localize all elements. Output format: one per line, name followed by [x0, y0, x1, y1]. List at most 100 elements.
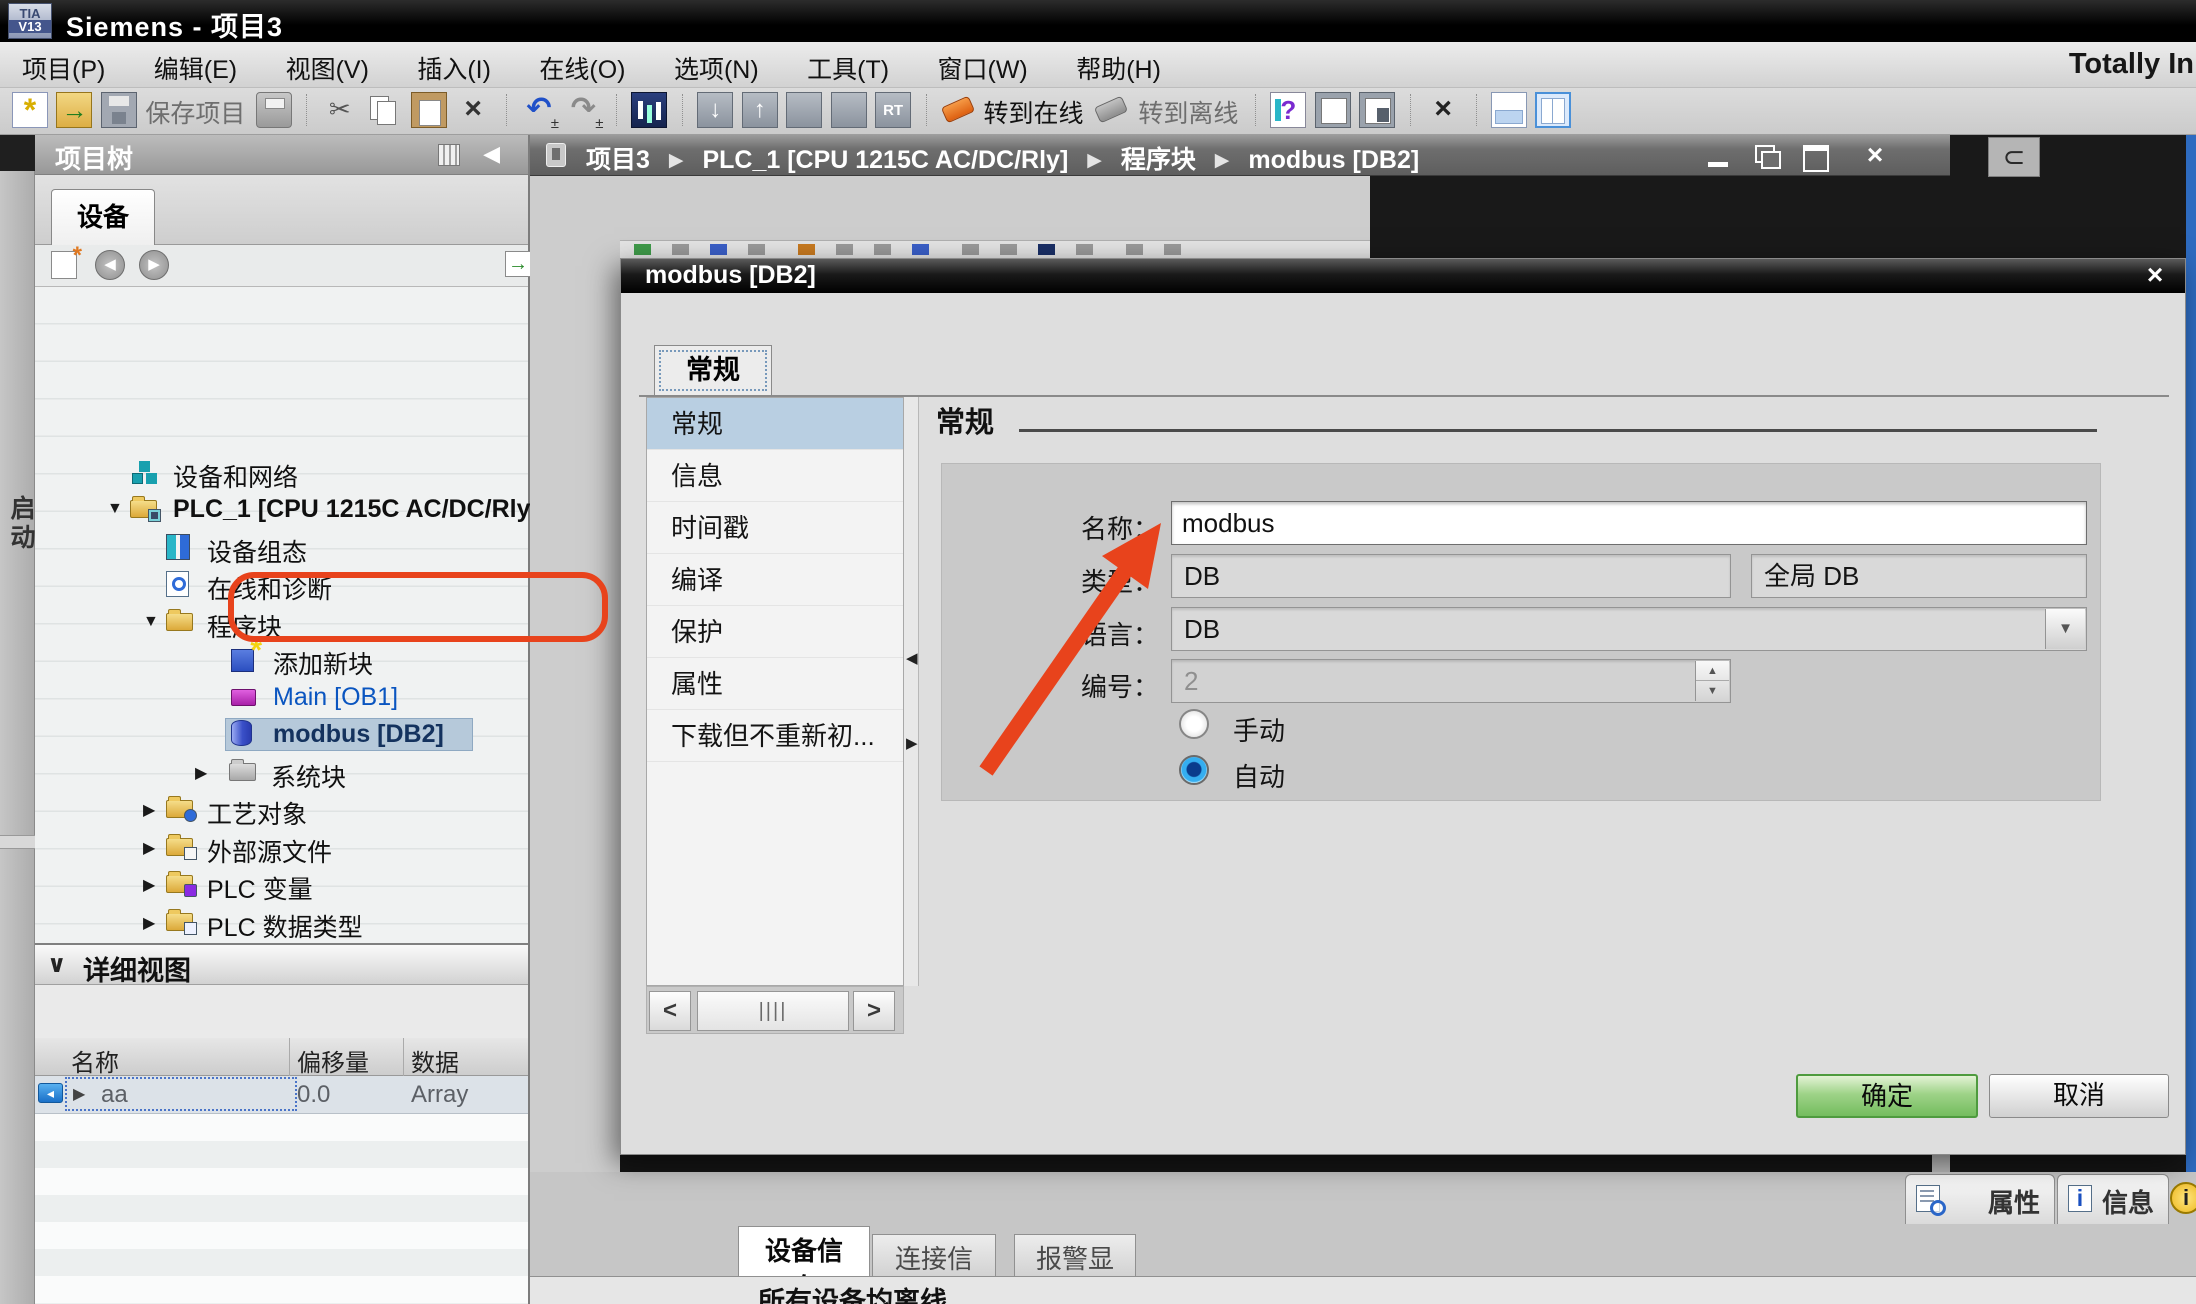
category-download-no-reinit[interactable]: 下载但不重新初... — [647, 710, 903, 762]
dropdown-arrow-icon[interactable]: ▼ — [2045, 609, 2085, 649]
pin-icon[interactable] — [546, 143, 566, 167]
tree-item-modbus-db2[interactable]: modbus [DB2] — [35, 716, 528, 753]
tree-item-technology-objects[interactable]: ▶ 工艺对象 — [35, 791, 528, 828]
library-sync-icon[interactable]: → — [505, 251, 531, 277]
editor-minimize-icon[interactable] — [1700, 143, 1738, 169]
tree-item-plc1[interactable]: ▼ PLC_1 [CPU 1215C AC/DC/Rly] — [35, 491, 528, 528]
category-compilation[interactable]: 编译 — [647, 554, 903, 606]
editor-maximize-icon[interactable] — [1796, 143, 1834, 169]
expander-closed-icon[interactable]: ▶ — [73, 1084, 85, 1104]
delete-icon[interactable]: × — [455, 92, 491, 128]
editor-close-icon[interactable]: × — [1856, 143, 1894, 169]
tree-item-program-blocks[interactable]: ▼ 程序块 — [35, 604, 528, 641]
expander-closed-icon[interactable]: ▶ — [143, 838, 155, 858]
navigate-forward-icon[interactable]: ▶ — [139, 250, 169, 280]
details-table-row[interactable]: ◂ ▶ aa 0.0 Array — [35, 1076, 528, 1114]
open-project-icon[interactable]: → — [56, 92, 92, 128]
category-general[interactable]: 常规 — [647, 398, 903, 450]
go-offline-button[interactable]: 转到离线 — [1138, 94, 1238, 130]
automatic-radio-label[interactable]: 自动 — [1233, 757, 1285, 794]
menu-edit[interactable]: 编辑(E) — [132, 42, 259, 86]
expander-closed-icon[interactable]: ▶ — [143, 875, 155, 895]
navigate-back-icon[interactable]: ◀ — [95, 250, 125, 280]
menu-tools[interactable]: 工具(T) — [785, 42, 911, 86]
split-editor-horizontal-icon[interactable] — [1491, 92, 1527, 128]
category-protection[interactable]: 保护 — [647, 606, 903, 658]
cut-icon[interactable]: ✂ — [322, 92, 358, 128]
expander-closed-icon[interactable]: ▶ — [143, 913, 155, 933]
scroll-left-button[interactable]: < — [649, 991, 691, 1031]
cancel-button[interactable]: 取消 — [1989, 1074, 2169, 1118]
category-timestamps[interactable]: 时间戳 — [647, 502, 903, 554]
go-online-button[interactable]: 转到在线 — [983, 94, 1083, 130]
tab-connection-information[interactable]: 连接信息 — [872, 1234, 996, 1276]
column-offset[interactable]: 偏移量 — [297, 1043, 369, 1078]
splitter-expand-icon[interactable]: ▶ — [906, 734, 918, 752]
category-information[interactable]: 信息 — [647, 450, 903, 502]
tree-item-main-ob1[interactable]: Main [OB1] — [35, 679, 528, 716]
tree-item-devices-and-networks[interactable]: 设备和网络 — [35, 454, 528, 491]
menu-help[interactable]: 帮助(H) — [1054, 42, 1183, 86]
manual-radio-label[interactable]: 手动 — [1233, 711, 1285, 748]
stop-cpu-icon[interactable] — [831, 92, 867, 128]
tree-item-external-sources[interactable]: ▶ 外部源文件 — [35, 829, 528, 866]
expander-closed-icon[interactable]: ▶ — [143, 800, 155, 820]
save-project-label[interactable]: 保存项目 — [145, 94, 245, 130]
breadcrumb-plc[interactable]: PLC_1 [CPU 1215C AC/DC/Rly] — [702, 146, 1068, 174]
start-simulation-icon[interactable] — [1315, 92, 1351, 128]
tab-devices[interactable]: 设备 — [51, 189, 155, 246]
upload-from-device-icon[interactable]: ↑ — [742, 92, 778, 128]
new-project-icon[interactable]: * — [12, 92, 48, 128]
category-attributes[interactable]: 属性 — [647, 658, 903, 710]
details-view-header[interactable]: ∨ 详细视图 — [35, 943, 528, 985]
tree-item-device-configuration[interactable]: 设备组态 — [35, 529, 528, 566]
tree-item-plc-data-types[interactable]: ▶ PLC 数据类型 — [35, 904, 528, 941]
editor-float-icon[interactable] — [1748, 143, 1786, 169]
column-datatype[interactable]: 数据 — [411, 1043, 459, 1078]
collapse-panel-icon[interactable]: ◀ — [483, 141, 500, 167]
accessible-devices-icon[interactable]: ? — [1270, 92, 1306, 128]
tree-item-add-new-block[interactable]: 添加新块 — [35, 641, 528, 678]
column-options-icon[interactable] — [438, 144, 460, 166]
column-name[interactable]: 名称 — [71, 1043, 119, 1078]
spinner-icons[interactable]: ▲ ▼ — [1695, 661, 1729, 701]
breadcrumb-project[interactable]: 项目3 — [586, 146, 650, 174]
start-runtime-icon[interactable]: RT — [875, 92, 911, 128]
download-to-device-icon[interactable]: ↓ — [697, 92, 733, 128]
compile-icon[interactable] — [631, 92, 667, 128]
manual-radio[interactable] — [1179, 709, 1209, 739]
expander-closed-icon[interactable]: ▶ — [195, 763, 207, 783]
dialog-title-bar[interactable]: modbus [DB2] — [621, 259, 2185, 293]
menu-online[interactable]: 在线(O) — [517, 42, 647, 86]
breadcrumb-modbus[interactable]: modbus [DB2] — [1248, 146, 1419, 174]
cross-references-icon[interactable]: × — [1425, 92, 1461, 128]
chevron-down-icon[interactable]: ∨ — [47, 950, 67, 979]
dialog-tab-general[interactable]: 常规 — [654, 345, 772, 396]
save-project-icon[interactable] — [101, 92, 137, 128]
dialog-splitter[interactable] — [904, 397, 919, 986]
language-dropdown[interactable]: DB ▼ — [1171, 607, 2087, 651]
go-offline-icon[interactable] — [1094, 92, 1130, 128]
ok-button[interactable]: 确定 — [1796, 1074, 1978, 1118]
stop-simulation-icon[interactable] — [1359, 92, 1395, 128]
tree-item-online-diagnostics[interactable]: 在线和诊断 — [35, 566, 528, 603]
expander-open-icon[interactable]: ▼ — [143, 613, 159, 631]
collapsed-panel-handle[interactable]: ⊂ — [1988, 137, 2040, 177]
menu-options[interactable]: 选项(N) — [652, 42, 781, 86]
portal-rail-start-label[interactable]: 启动 — [3, 495, 39, 553]
tab-device-information[interactable]: 设备信息 — [738, 1226, 870, 1276]
device-window-icon[interactable] — [786, 92, 822, 128]
menu-insert[interactable]: 插入(I) — [395, 42, 513, 86]
scrollbar-thumb[interactable]: |||| — [697, 991, 849, 1031]
spin-down-icon[interactable]: ▼ — [1696, 681, 1729, 701]
expander-open-icon[interactable]: ▼ — [107, 500, 123, 518]
menu-view[interactable]: 视图(V) — [264, 42, 391, 86]
dialog-close-icon[interactable]: × — [2135, 259, 2175, 293]
name-input[interactable] — [1171, 501, 2087, 545]
splitter-collapse-icon[interactable]: ◀ — [906, 649, 918, 667]
tab-info[interactable]: i 信息 — [2057, 1174, 2169, 1224]
copy-icon[interactable] — [366, 92, 402, 128]
add-item-icon[interactable] — [51, 251, 77, 279]
undo-icon[interactable]: ↶± — [521, 92, 557, 128]
print-icon[interactable] — [256, 92, 292, 128]
